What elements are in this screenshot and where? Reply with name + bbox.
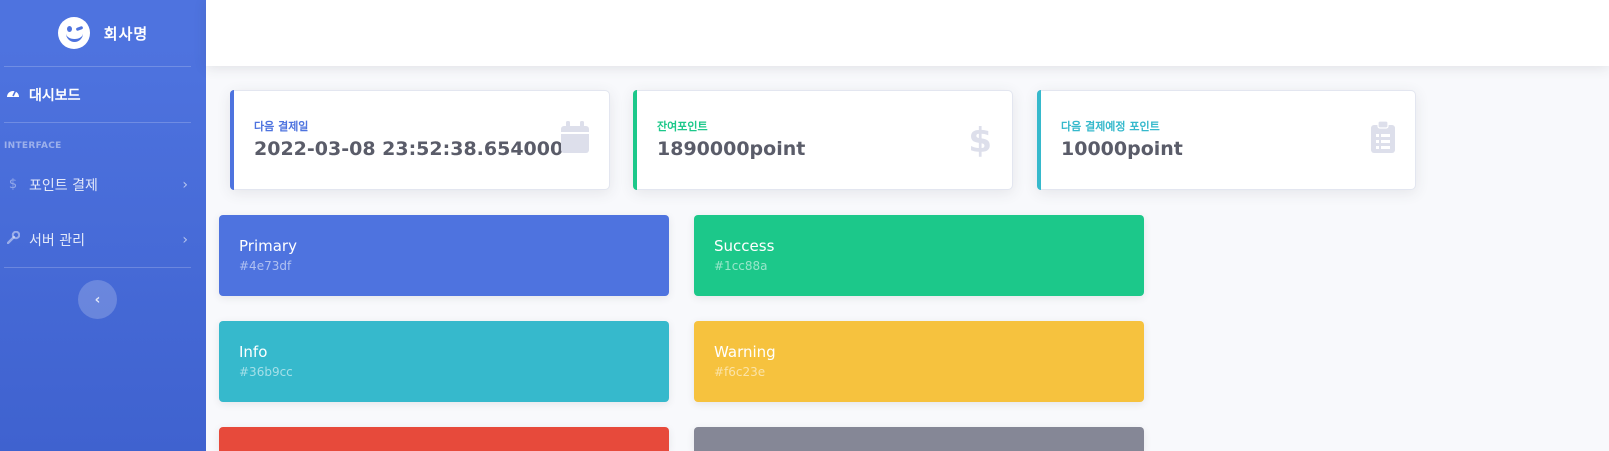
sidebar-divider [4,267,191,268]
calendar-icon [561,121,589,162]
stat-label: 잔여포인트 [657,120,708,133]
color-card-warning: Warning #f6c23e [694,321,1144,402]
color-card-name: Primary [239,237,297,255]
sidebar-item-dashboard[interactable]: 대시보드 [0,67,206,122]
brand-name: 회사명 [103,24,149,43]
color-card-hex: #1cc88a [714,259,768,273]
stat-value: 10000point [1061,138,1183,160]
card-accent-bar [1037,90,1041,190]
color-card-name: Info [239,343,268,361]
color-card-danger [219,427,669,451]
color-card-hex: #36b9cc [239,365,293,379]
tachometer-icon [5,87,21,103]
color-card-secondary [694,427,1144,451]
color-card-success: Success #1cc88a [694,215,1144,296]
sidebar-item-server-management[interactable]: 서버 관리 › [0,212,206,267]
card-accent-bar [230,90,234,190]
sidebar-heading: INTERFACE [4,141,62,151]
chevron-right-icon: › [182,231,188,248]
stat-card-remaining-points: 잔여포인트 1890000point $ [633,90,1013,190]
stat-value: 1890000point [657,138,806,160]
chevron-left-icon: ‹ [94,291,101,308]
stat-label: 다음 결제예정 포인트 [1061,120,1160,133]
color-card-name: Warning [714,343,776,361]
winking-face-icon [57,17,90,49]
clipboard-list-icon [1371,120,1395,162]
topbar [206,0,1609,66]
sidebar-item-label: 서버 관리 [29,232,85,249]
sidebar-item-point-payment[interactable]: $ 포인트 결제 › [0,157,206,212]
stat-card-next-scheduled-points: 다음 결제예정 포인트 10000point [1037,90,1416,190]
sidebar-item-label: 포인트 결제 [29,177,98,194]
sidebar: 회사명 대시보드 INTERFACE $ 포인트 결제 › 서버 관리 › ‹ [0,0,206,451]
dollar-icon: $ [968,121,992,161]
stat-label: 다음 결제일 [254,120,309,133]
card-accent-bar [633,90,637,190]
stat-value: 2022-03-08 23:52:38.654000 [254,138,564,160]
chevron-right-icon: › [182,176,188,193]
color-card-primary: Primary #4e73df [219,215,669,296]
color-card-info: Info #36b9cc [219,321,669,402]
sidebar-item-label: 대시보드 [29,87,81,104]
wrench-icon [5,230,21,248]
stat-card-next-payment-date: 다음 결제일 2022-03-08 23:52:38.654000 [230,90,610,190]
dollar-icon: $ [8,177,18,192]
color-card-hex: #4e73df [239,259,292,273]
sidebar-brand[interactable]: 회사명 [0,0,206,66]
color-card-name: Success [714,237,775,255]
color-card-hex: #f6c23e [714,365,766,379]
sidebar-toggle-button[interactable]: ‹ [78,280,117,319]
